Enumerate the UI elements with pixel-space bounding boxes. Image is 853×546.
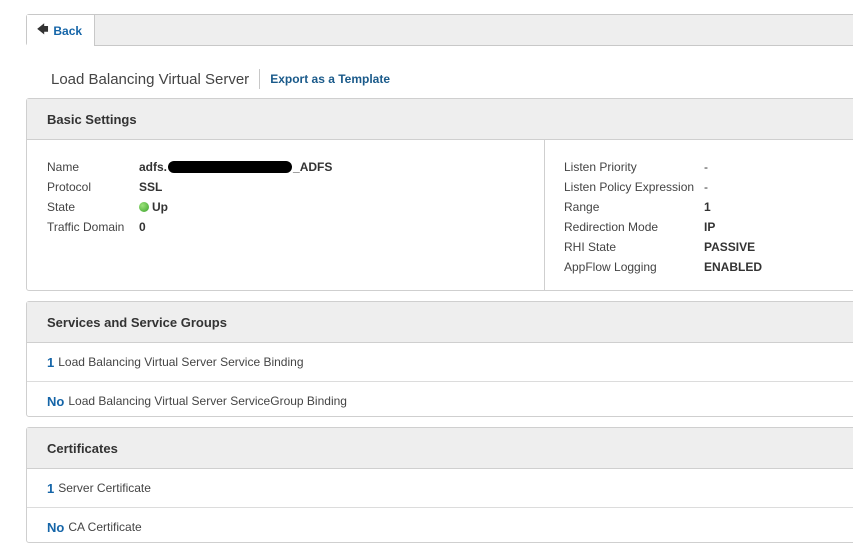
page-title: Load Balancing Virtual Server <box>51 70 250 88</box>
state-text: Up <box>152 200 168 214</box>
range-row: Range 1 <box>564 197 762 217</box>
certificates-header[interactable]: Certificates <box>27 428 853 469</box>
redirection-mode-row: Redirection Mode IP <box>564 217 762 237</box>
ca-certificate-count[interactable]: No <box>47 520 64 535</box>
basic-settings-body: Name adfs. _ADFS Protocol SSL State Up T… <box>27 140 853 291</box>
certificates-panel: Certificates 1 Server Certificate No CA … <box>26 427 853 543</box>
traffic-domain-row: Traffic Domain 0 <box>47 217 332 237</box>
ca-certificate-label: CA Certificate <box>68 520 142 534</box>
listen-policy-row: Listen Policy Expression - <box>564 177 762 197</box>
state-label: State <box>47 200 76 214</box>
redaction-mark <box>168 161 293 173</box>
redirection-mode-value: IP <box>704 220 716 234</box>
appflow-logging-value: ENABLED <box>704 260 763 274</box>
page-header: Load Balancing Virtual Server Export as … <box>51 68 390 90</box>
server-certificate-row[interactable]: 1 Server Certificate <box>27 469 853 508</box>
range-label: Range <box>564 200 600 214</box>
appflow-logging-label: AppFlow Logging <box>564 260 657 274</box>
status-up-icon <box>139 202 149 212</box>
state-row: State Up <box>47 197 332 217</box>
arrow-left-icon: 🡄 <box>37 24 49 36</box>
rhi-state-label: RHI State <box>564 240 617 254</box>
service-binding-row[interactable]: 1 Load Balancing Virtual Server Service … <box>27 343 853 382</box>
protocol-label: Protocol <box>47 180 92 194</box>
listen-policy-value: - <box>704 180 708 194</box>
ca-certificate-row[interactable]: No CA Certificate <box>27 508 853 546</box>
back-button[interactable]: 🡄 Back <box>27 15 95 46</box>
basic-settings-header[interactable]: Basic Settings <box>27 99 853 140</box>
name-value-prefix: adfs. <box>139 160 168 174</box>
services-header[interactable]: Services and Service Groups <box>27 302 853 343</box>
name-value: adfs. _ADFS <box>139 160 332 174</box>
top-toolbar: 🡄 Back <box>26 14 853 46</box>
server-certificate-label: Server Certificate <box>58 481 151 495</box>
state-value: Up <box>139 200 168 214</box>
name-value-suffix: _ADFS <box>293 160 333 174</box>
service-binding-count[interactable]: 1 <box>47 355 54 370</box>
protocol-value: SSL <box>139 180 163 194</box>
rhi-state-row: RHI State PASSIVE <box>564 237 762 257</box>
listen-policy-label: Listen Policy Expression <box>564 180 695 194</box>
back-label: Back <box>53 23 83 38</box>
listen-priority-row: Listen Priority - <box>564 157 762 177</box>
rhi-state-value: PASSIVE <box>704 240 756 254</box>
name-row: Name adfs. _ADFS <box>47 157 332 177</box>
column-divider <box>544 140 545 291</box>
basic-settings-left: Name adfs. _ADFS Protocol SSL State Up T… <box>47 157 332 237</box>
title-divider <box>259 69 261 89</box>
server-certificate-count[interactable]: 1 <box>47 481 54 496</box>
service-binding-label: Load Balancing Virtual Server Service Bi… <box>58 355 304 369</box>
listen-priority-label: Listen Priority <box>564 160 637 174</box>
name-label: Name <box>47 160 80 174</box>
traffic-domain-label: Traffic Domain <box>47 220 125 234</box>
servicegroup-binding-row[interactable]: No Load Balancing Virtual Server Service… <box>27 382 853 420</box>
listen-priority-value: - <box>704 160 708 174</box>
range-value: 1 <box>704 200 711 214</box>
traffic-domain-value: 0 <box>139 220 146 234</box>
basic-settings-panel: Basic Settings Name adfs. _ADFS Protocol… <box>26 98 853 291</box>
servicegroup-binding-count[interactable]: No <box>47 394 64 409</box>
servicegroup-binding-label: Load Balancing Virtual Server ServiceGro… <box>68 394 347 408</box>
basic-settings-right: Listen Priority - Listen Policy Expressi… <box>564 157 762 277</box>
protocol-row: Protocol SSL <box>47 177 332 197</box>
export-template-link[interactable]: Export as a Template <box>270 72 390 86</box>
services-panel: Services and Service Groups 1 Load Balan… <box>26 301 853 417</box>
appflow-logging-row: AppFlow Logging ENABLED <box>564 257 762 277</box>
redirection-mode-label: Redirection Mode <box>564 220 659 234</box>
